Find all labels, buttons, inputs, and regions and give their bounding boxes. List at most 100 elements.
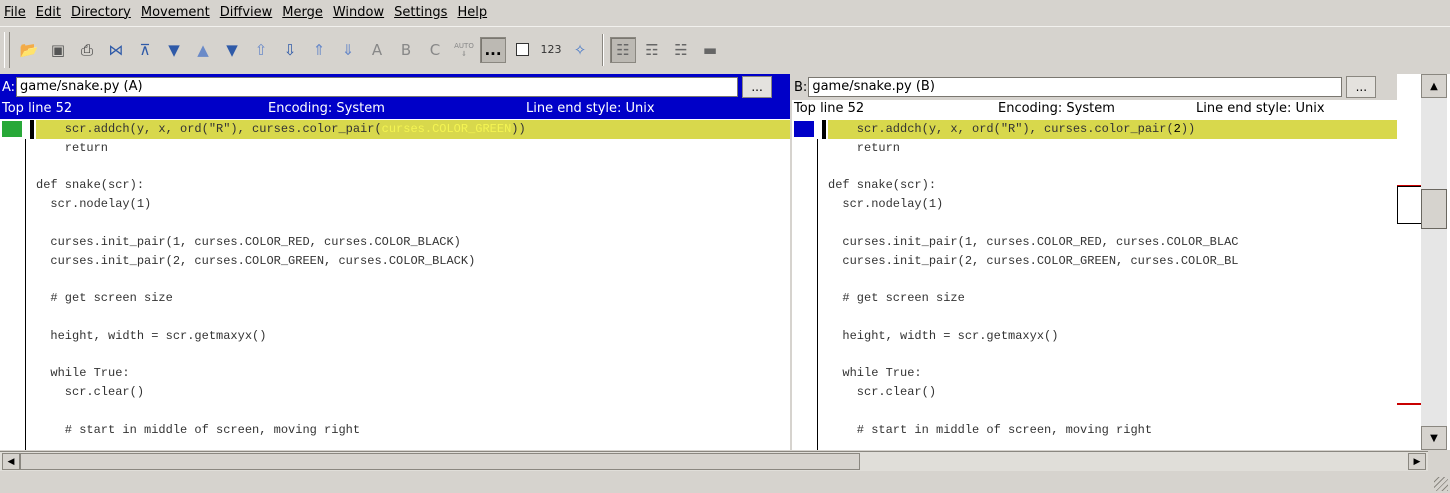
horizontal-scrollbar[interactable]: ◀ ▶ bbox=[0, 451, 1428, 471]
diff-line: scr.addch(y, x, ord("R"), curses.color_p… bbox=[36, 120, 790, 139]
menu-help[interactable]: Help bbox=[457, 5, 487, 20]
toolbar-grip[interactable] bbox=[4, 31, 10, 68]
scroll-up-button[interactable]: ▲ bbox=[1421, 74, 1447, 98]
go-next-unsolved-icon[interactable]: ⇓ bbox=[335, 37, 361, 63]
show-whitespace-button[interactable]: ... bbox=[480, 36, 506, 63]
code-line: curses.init_pair(1, curses.COLOR_RED, cu… bbox=[36, 235, 461, 249]
go-bottom-icon[interactable]: ▼ bbox=[161, 37, 187, 63]
code-line: curses.init_pair(1, curses.COLOR_RED, cu… bbox=[828, 235, 1239, 249]
encoding-label-b[interactable]: Encoding: System bbox=[998, 101, 1115, 116]
menu-directory[interactable]: Directory bbox=[71, 5, 131, 20]
code-line: scr.clear() bbox=[828, 385, 937, 399]
code-line: scr.nodelay(1) bbox=[828, 197, 944, 211]
diff-pane-b: B: game/snake.py (B) ... Top line 52 Enc… bbox=[792, 74, 1397, 450]
code-line: curses.init_pair(2, curses.COLOR_GREEN, … bbox=[36, 254, 476, 268]
line-end-label-a[interactable]: Line end style: Unix bbox=[526, 101, 655, 116]
path-input-b[interactable]: game/snake.py (B) bbox=[808, 77, 1343, 97]
line-numbers-button[interactable]: 123 bbox=[538, 37, 564, 63]
menu-edit[interactable]: Edit bbox=[36, 5, 61, 20]
code-line: def snake(scr): bbox=[828, 178, 937, 192]
toolbar: 📂 ▣ ⎙ ⋈ ⊼ ▼ ▲ ▼ ⇧ ⇩ ⇑ ⇓ A B C AUTO ⇓ ... … bbox=[0, 26, 1450, 72]
toolbar-separator bbox=[602, 33, 604, 66]
code-view-a[interactable]: scr.addch(y, x, ord("R"), curses.color_p… bbox=[0, 119, 790, 450]
code-line: scr.nodelay(1) bbox=[36, 197, 152, 211]
menu-window[interactable]: Window bbox=[333, 5, 384, 20]
code-line: height, width = scr.getmaxyx() bbox=[36, 329, 267, 343]
path-input-a[interactable]: game/snake.py (A) bbox=[16, 77, 739, 97]
overview-bar[interactable]: ▲ ▼ bbox=[1397, 74, 1450, 450]
go-prev-unsolved-icon[interactable]: ⇑ bbox=[306, 37, 332, 63]
scroll-left-button[interactable]: ◀ bbox=[2, 453, 20, 470]
overview-diff-mark bbox=[1397, 403, 1421, 405]
text-cursor bbox=[822, 120, 826, 139]
code-line: scr.clear() bbox=[36, 385, 145, 399]
arrow-left-icon: ◀ bbox=[7, 456, 15, 467]
gutter-divider bbox=[25, 139, 26, 450]
arrow-up-icon: ▲ bbox=[1430, 80, 1438, 92]
save-icon[interactable]: ▣ bbox=[45, 37, 71, 63]
code-line: # get screen size bbox=[36, 291, 173, 305]
change-marker bbox=[2, 121, 22, 137]
menu-diffview[interactable]: Diffview bbox=[220, 5, 273, 20]
show-overview-icon[interactable]: ✧ bbox=[567, 37, 593, 63]
resize-grip-icon[interactable] bbox=[1434, 477, 1448, 491]
browse-button-a[interactable]: ... bbox=[742, 76, 773, 98]
code-line: # get screen size bbox=[828, 291, 965, 305]
window-layout-icon[interactable]: ☶ bbox=[639, 37, 665, 63]
code-line: def snake(scr): bbox=[36, 178, 145, 192]
arrow-right-icon: ▶ bbox=[1413, 456, 1421, 467]
code-line: # start in middle of screen, moving righ… bbox=[828, 423, 1153, 437]
print-icon[interactable]: ⎙ bbox=[74, 37, 100, 63]
horizontal-scroll-thumb[interactable] bbox=[20, 453, 860, 470]
line-end-label-b[interactable]: Line end style: Unix bbox=[1196, 101, 1325, 116]
menu-bar: File Edit Directory Movement Diffview Me… bbox=[0, 0, 1450, 24]
pane-a-prefix: A: bbox=[2, 79, 16, 95]
browse-button-b[interactable]: ... bbox=[1346, 76, 1377, 98]
gutter-divider bbox=[817, 139, 818, 450]
select-b-button[interactable]: B bbox=[393, 37, 419, 63]
info-bar-a: Top line 52 Encoding: System Line end st… bbox=[0, 100, 790, 119]
pane-b-prefix: B: bbox=[794, 79, 808, 95]
vertical-scroll-track[interactable] bbox=[1421, 98, 1447, 426]
go-prev-conflict-icon[interactable]: ⇧ bbox=[248, 37, 274, 63]
overview-viewport-frame[interactable] bbox=[1397, 186, 1423, 224]
overview-mode-icon[interactable]: ▬ bbox=[697, 37, 723, 63]
menu-merge[interactable]: Merge bbox=[282, 5, 323, 20]
select-c-button[interactable]: C bbox=[422, 37, 448, 63]
menu-settings[interactable]: Settings bbox=[394, 5, 447, 20]
menu-file[interactable]: File bbox=[4, 5, 26, 20]
diff-line: scr.addch(y, x, ord("R"), curses.color_p… bbox=[828, 120, 1397, 139]
window-layout-alt-icon[interactable]: ☵ bbox=[668, 37, 694, 63]
go-next-conflict-icon[interactable]: ⇩ bbox=[277, 37, 303, 63]
select-a-button[interactable]: A bbox=[364, 37, 390, 63]
scroll-down-button[interactable]: ▼ bbox=[1421, 426, 1447, 450]
open-folder-icon[interactable]: 📂 bbox=[16, 37, 42, 63]
menu-movement[interactable]: Movement bbox=[141, 5, 210, 20]
diff-pane-a: A: game/snake.py (A) ... Top line 52 Enc… bbox=[0, 74, 790, 450]
top-line-label-a: Top line 52 bbox=[2, 101, 73, 116]
info-bar-b: Top line 52 Encoding: System Line end st… bbox=[792, 100, 1397, 119]
go-top-icon[interactable]: ⊼ bbox=[132, 37, 158, 63]
code-line: return bbox=[36, 141, 109, 155]
status-bar bbox=[0, 472, 1450, 493]
arrow-down-icon: ▼ bbox=[1430, 432, 1438, 444]
scroll-right-button[interactable]: ▶ bbox=[1408, 453, 1426, 470]
code-line: return bbox=[828, 141, 901, 155]
split-view-icon[interactable]: ☷ bbox=[610, 36, 636, 63]
vertical-scroll-thumb[interactable] bbox=[1421, 189, 1447, 229]
go-next-delta-icon[interactable]: ▼ bbox=[219, 37, 245, 63]
path-bar-a: A: game/snake.py (A) ... bbox=[0, 74, 790, 100]
auto-advance-button[interactable]: AUTO ⇓ bbox=[451, 37, 477, 63]
code-line: # start in middle of screen, moving righ… bbox=[36, 423, 361, 437]
encoding-label-a[interactable]: Encoding: System bbox=[268, 101, 385, 116]
show-whitespace-chars-checkbox[interactable] bbox=[509, 37, 535, 63]
code-line: while True: bbox=[828, 366, 922, 380]
start-merge-icon[interactable]: ⋈ bbox=[103, 37, 129, 63]
text-cursor bbox=[30, 120, 34, 139]
top-line-label-b: Top line 52 bbox=[794, 101, 865, 116]
go-prev-delta-icon[interactable]: ▲ bbox=[190, 37, 216, 63]
code-view-b[interactable]: scr.addch(y, x, ord("R"), curses.color_p… bbox=[792, 119, 1397, 450]
code-line: curses.init_pair(2, curses.COLOR_GREEN, … bbox=[828, 254, 1239, 268]
code-line: height, width = scr.getmaxyx() bbox=[828, 329, 1059, 343]
path-bar-b: B: game/snake.py (B) ... bbox=[792, 74, 1397, 100]
